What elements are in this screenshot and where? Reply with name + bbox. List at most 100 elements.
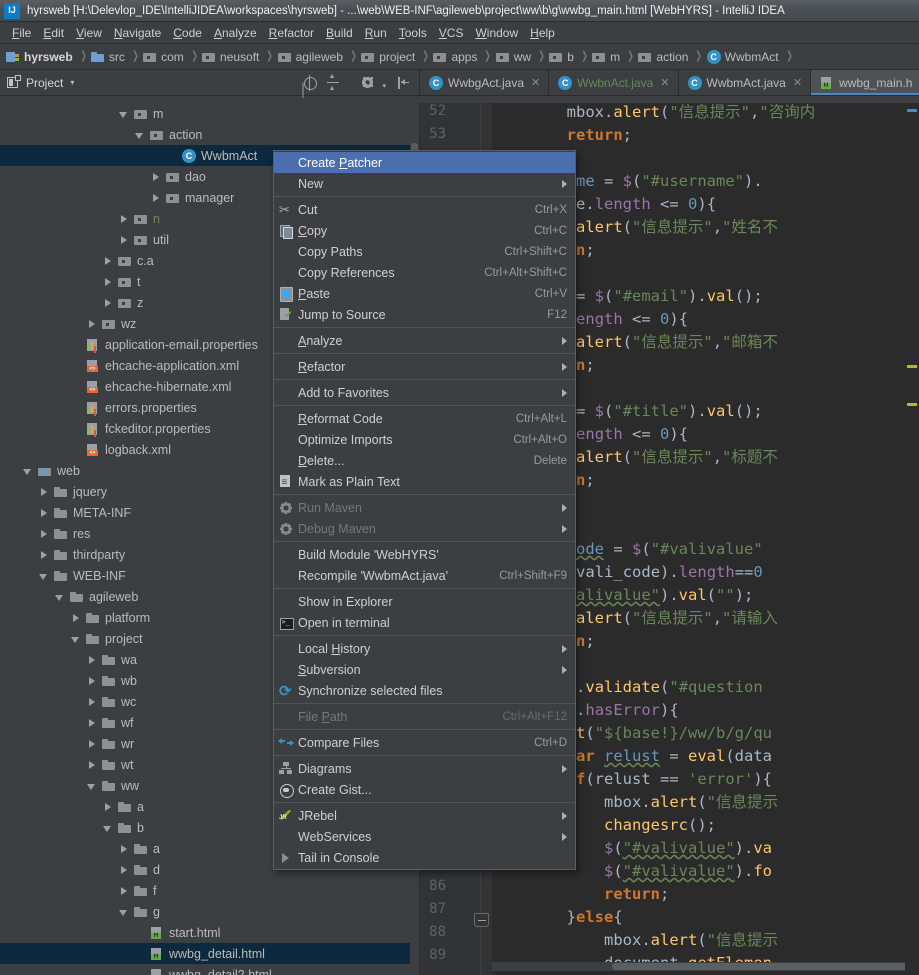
submenu-arrow-icon[interactable] <box>562 336 567 345</box>
project-toolwindow-title[interactable]: Project <box>26 76 63 90</box>
chevron-down-icon[interactable] <box>86 780 98 792</box>
menu-run[interactable]: Run <box>359 24 393 42</box>
tree-item-start-html[interactable]: start.html <box>0 922 419 943</box>
chevron-down-icon[interactable] <box>102 822 114 834</box>
warning-marker[interactable] <box>907 365 917 368</box>
error-marker[interactable] <box>907 109 917 112</box>
menu-help[interactable]: Help <box>524 24 561 42</box>
context-menu-item-synchronize-selected-files[interactable]: Synchronize selected files <box>274 680 575 701</box>
context-menu-item-jump-to-source[interactable]: Jump to Source F12 <box>274 304 575 325</box>
context-menu[interactable]: Create PatcherNewCutCtrl+XCopyCtrl+CCopy… <box>273 150 576 870</box>
chevron-down-icon[interactable] <box>118 906 130 918</box>
submenu-arrow-icon[interactable] <box>562 362 567 371</box>
chevron-down-icon[interactable] <box>118 108 130 120</box>
submenu-arrow-icon[interactable] <box>562 388 567 397</box>
context-menu-item-refactor[interactable]: Refactor <box>274 356 575 377</box>
tree-item-action[interactable]: action <box>0 124 419 145</box>
submenu-arrow-icon[interactable] <box>562 811 567 820</box>
editor-tab-wwbg-main-h[interactable]: wwbg_main.h <box>811 70 919 95</box>
editor-tab-wwbgact-java[interactable]: WwbgAct.java ✕ <box>420 70 550 95</box>
close-icon[interactable]: ✕ <box>660 76 669 89</box>
chevron-right-icon[interactable] <box>86 717 98 729</box>
chevron-right-icon[interactable] <box>86 318 98 330</box>
chevron-down-icon[interactable] <box>134 129 146 141</box>
tree-item-f[interactable]: f <box>0 880 419 901</box>
tree-item-m[interactable]: m <box>0 103 419 124</box>
menu-navigate[interactable]: Navigate <box>108 24 167 42</box>
editor-marker-bar[interactable] <box>905 103 919 975</box>
chevron-down-icon[interactable] <box>38 570 50 582</box>
context-menu-item-delete[interactable]: Delete... Delete <box>274 450 575 471</box>
chevron-right-icon[interactable] <box>86 696 98 708</box>
chevron-right-icon[interactable] <box>118 234 130 246</box>
chevron-right-icon[interactable] <box>38 528 50 540</box>
submenu-arrow-icon[interactable] <box>562 764 567 773</box>
settings-gear-icon[interactable] <box>361 76 375 90</box>
context-menu-item-copy[interactable]: Copy Ctrl+C <box>274 220 575 241</box>
context-menu-item-copy-references[interactable]: Copy References Ctrl+Alt+Shift+C <box>274 262 575 283</box>
chevron-right-icon[interactable] <box>86 738 98 750</box>
context-menu-item-cut[interactable]: Cut Ctrl+X <box>274 199 575 220</box>
context-menu-item-copy-paths[interactable]: Copy Paths Ctrl+Shift+C <box>274 241 575 262</box>
breadcrumb-item-action[interactable]: action <box>638 50 688 64</box>
breadcrumb-item-hyrsweb[interactable]: hyrsweb <box>6 50 73 64</box>
chevron-right-icon[interactable] <box>150 171 162 183</box>
close-icon[interactable]: ✕ <box>793 76 802 89</box>
tree-item-g[interactable]: g <box>0 901 419 922</box>
fold-marker-icon[interactable] <box>474 913 489 927</box>
chevron-right-icon[interactable] <box>38 486 50 498</box>
breadcrumb-item-m[interactable]: m <box>592 50 620 64</box>
context-menu-item-add-to-favorites[interactable]: Add to Favorites <box>274 382 575 403</box>
tree-item-wwbg-detail2-html[interactable]: wwbg_detail2.html <box>0 964 419 975</box>
chevron-right-icon[interactable] <box>118 885 130 897</box>
context-menu-item-analyze[interactable]: Analyze <box>274 330 575 351</box>
submenu-arrow-icon[interactable] <box>562 665 567 674</box>
context-menu-item-compare-files[interactable]: Compare Files Ctrl+D <box>274 732 575 753</box>
submenu-arrow-icon[interactable] <box>562 503 567 512</box>
context-menu-item-diagrams[interactable]: Diagrams <box>274 758 575 779</box>
chevron-right-icon[interactable] <box>86 654 98 666</box>
menu-view[interactable]: View <box>70 24 108 42</box>
breadcrumb-item-agileweb[interactable]: agileweb <box>277 50 343 64</box>
h-scrollbar-thumb[interactable] <box>612 963 919 970</box>
chevron-right-icon[interactable] <box>118 213 130 225</box>
chevron-right-icon[interactable] <box>102 276 114 288</box>
context-menu-item-subversion[interactable]: Subversion <box>274 659 575 680</box>
context-menu-item-reformat-code[interactable]: Reformat Code Ctrl+Alt+L <box>274 408 575 429</box>
context-menu-item-jrebel[interactable]: JRebel <box>274 805 575 826</box>
submenu-arrow-icon[interactable] <box>562 832 567 841</box>
submenu-arrow-icon[interactable] <box>562 644 567 653</box>
breadcrumb-item-src[interactable]: src <box>90 50 125 64</box>
chevron-down-icon[interactable] <box>54 591 66 603</box>
context-menu-item-create-gist[interactable]: Create Gist... <box>274 779 575 800</box>
tree-item-wwbg-detail-html[interactable]: wwbg_detail.html <box>0 943 419 964</box>
breadcrumb-item-com[interactable]: com <box>143 50 184 64</box>
breadcrumb-item-ww[interactable]: ww <box>495 50 531 64</box>
menu-file[interactable]: File <box>6 24 37 42</box>
menu-vcs[interactable]: VCS <box>433 24 470 42</box>
breadcrumb-item-apps[interactable]: apps <box>433 50 477 64</box>
editor-horizontal-scrollbar[interactable] <box>492 962 919 971</box>
chevron-down-icon[interactable]: ▾ <box>70 78 74 87</box>
menu-build[interactable]: Build <box>320 24 359 42</box>
context-menu-item-create-patcher[interactable]: Create Patcher <box>274 152 575 173</box>
context-menu-item-new[interactable]: New <box>274 173 575 194</box>
chevron-right-icon[interactable] <box>150 192 162 204</box>
breadcrumb-item-WwbmAct[interactable]: WwbmAct <box>706 49 779 64</box>
menu-edit[interactable]: Edit <box>37 24 70 42</box>
menu-code[interactable]: Code <box>167 24 208 42</box>
chevron-right-icon[interactable] <box>102 801 114 813</box>
chevron-right-icon[interactable] <box>86 759 98 771</box>
context-menu-item-optimize-imports[interactable]: Optimize Imports Ctrl+Alt+O <box>274 429 575 450</box>
breadcrumb-item-project[interactable]: project <box>361 50 415 64</box>
breadcrumb-item-b[interactable]: b <box>549 50 574 64</box>
chevron-right-icon[interactable] <box>38 507 50 519</box>
context-menu-item-recompile-wwbmact-java[interactable]: Recompile 'WwbmAct.java' Ctrl+Shift+F9 <box>274 565 575 586</box>
collapse-all-icon[interactable] <box>326 73 340 90</box>
breadcrumb-item-neusoft[interactable]: neusoft <box>202 50 259 64</box>
context-menu-item-show-in-explorer[interactable]: Show in Explorer <box>274 591 575 612</box>
context-menu-item-webservices[interactable]: WebServices <box>274 826 575 847</box>
close-icon[interactable]: ✕ <box>531 76 540 89</box>
context-menu-item-mark-as-plain-text[interactable]: Mark as Plain Text <box>274 471 575 492</box>
chevron-right-icon[interactable] <box>86 675 98 687</box>
